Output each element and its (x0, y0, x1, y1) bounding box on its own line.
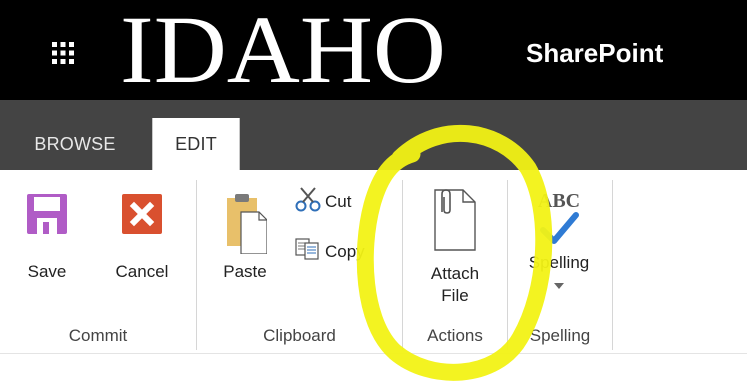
actions-group: Attach File Actions (403, 176, 507, 352)
idaho-logo[interactable]: IDAHO (120, 4, 450, 94)
cut-button[interactable]: Cut (295, 186, 351, 217)
tab-edit[interactable]: EDIT (152, 118, 240, 170)
cancel-label: Cancel (115, 262, 169, 281)
sharepoint-brand[interactable]: SharePoint (526, 36, 663, 70)
cut-label: Cut (325, 191, 352, 211)
spelling-group-label: Spelling (529, 326, 591, 345)
save-button[interactable]: Save (20, 194, 74, 283)
commit-group: Save Cancel Commit (0, 176, 196, 352)
ribbon-tab-row: BROWSE EDIT (0, 100, 747, 170)
clipboard-group-label: Clipboard (263, 326, 336, 345)
cancel-icon (122, 194, 162, 239)
dropdown-arrow-icon[interactable] (554, 276, 564, 294)
attach-file-label-line1: Attach (430, 264, 480, 283)
suite-bar: IDAHO SharePoint (0, 0, 747, 100)
clipboard-group: Paste Cut Copy Clipboard (197, 176, 402, 352)
spell-check-icon: ABC (538, 190, 580, 246)
paste-label: Paste (223, 262, 267, 281)
attach-file-label-line2: File (441, 286, 469, 305)
actions-group-label: Actions (427, 326, 483, 345)
paste-icon (223, 192, 268, 259)
ribbon-bottom-border (0, 353, 747, 354)
commit-group-label: Commit (68, 326, 128, 345)
waffle-icon[interactable] (46, 36, 80, 70)
spelling-button[interactable]: ABC Spelling (516, 190, 602, 294)
attach-file-button[interactable]: Attach File (419, 188, 491, 307)
spelling-group: ABC Spelling Spelling (508, 176, 612, 352)
abc-text: ABC (537, 190, 581, 212)
cancel-button[interactable]: Cancel (106, 194, 178, 283)
copy-icon (295, 238, 321, 265)
copy-button[interactable]: Copy (295, 238, 365, 265)
paste-button[interactable]: Paste (215, 192, 275, 283)
save-label: Save (27, 262, 67, 281)
group-divider (612, 180, 613, 350)
scissors-icon (295, 186, 321, 217)
spelling-label: Spelling (528, 253, 590, 272)
copy-label: Copy (325, 241, 365, 261)
save-icon (27, 194, 67, 239)
attach-file-icon (433, 188, 477, 257)
logo-wordmark: IDAHO (120, 4, 446, 94)
tab-browse[interactable]: BROWSE (0, 118, 150, 170)
ribbon: Save Cancel Commit Paste Cut Copy Clipbo… (0, 170, 747, 354)
